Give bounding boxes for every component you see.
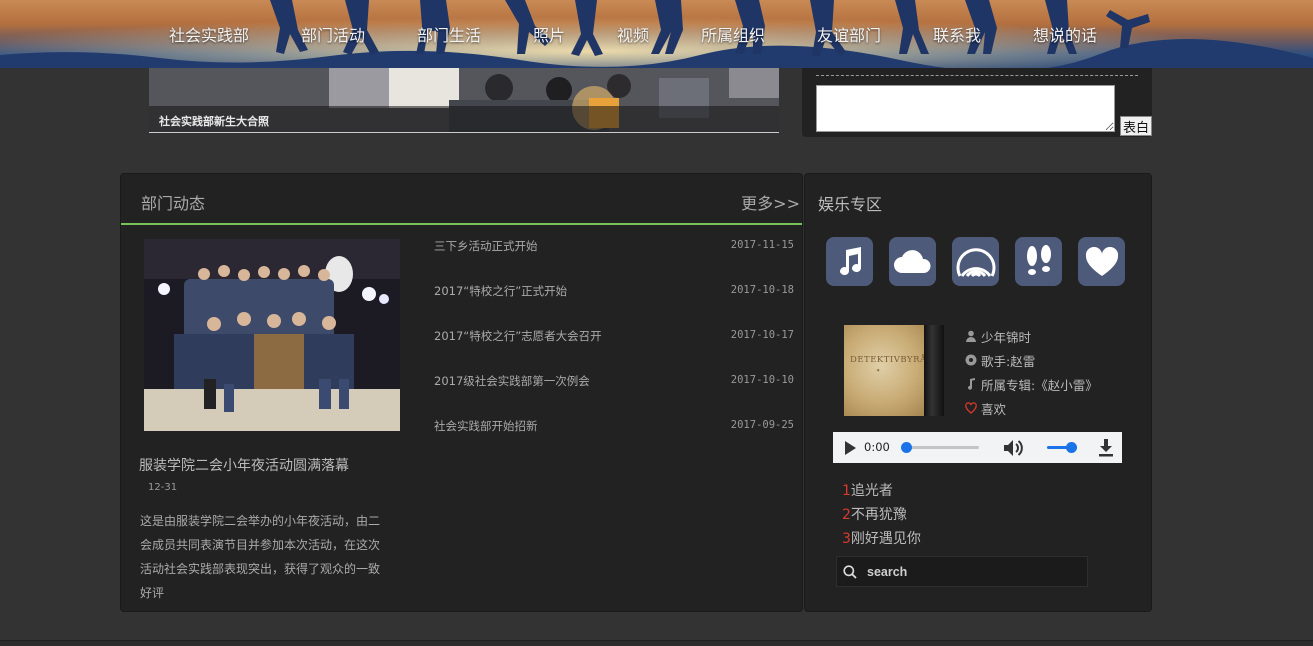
news-panel-header: 部门动态 更多>> — [121, 174, 802, 225]
footprints-icon[interactable] — [1015, 237, 1062, 286]
group-photo-slide[interactable]: 社会实践部新生大合照 — [149, 68, 779, 133]
current-time: 0:00 — [864, 440, 890, 454]
music-icon[interactable] — [826, 237, 873, 286]
news-item[interactable]: 2017级社会实践部第一次例会 2017-10-10 — [434, 373, 794, 393]
news-item-date: 2017-10-10 — [730, 374, 794, 386]
song-album: 所属专辑:《赵小雷》 — [981, 378, 1098, 393]
nav-item-organization[interactable]: 所属组织 — [701, 22, 765, 46]
playlist-item[interactable]: 3刚好遇见你 — [842, 528, 921, 548]
playlist-item-title[interactable]: 不再犹豫 — [851, 507, 907, 523]
nav-item-videos[interactable]: 视频 — [617, 22, 649, 46]
download-icon[interactable] — [1098, 439, 1114, 457]
group-stage-photo — [144, 239, 400, 431]
album-cover: DETEKTIVBYRÅN ✶ — [844, 325, 944, 416]
confess-submit-button[interactable]: 表白 — [1120, 116, 1152, 136]
user-icon — [966, 330, 976, 342]
message-panel: 表白 — [802, 68, 1152, 137]
news-panel-title: 部门动态 — [141, 194, 206, 213]
nav-item-photos[interactable]: 照片 — [533, 22, 565, 46]
playlist-item[interactable]: 1追光者 — [842, 480, 893, 500]
song-title: 少年锦时 — [981, 330, 1032, 345]
playlist-item-title[interactable]: 追光者 — [851, 483, 893, 499]
play-icon[interactable] — [844, 441, 856, 455]
heart-outline-icon[interactable] — [965, 402, 977, 414]
progress-track[interactable] — [905, 446, 979, 449]
footer-edge — [0, 640, 1313, 646]
nav-item-friend-depts[interactable]: 友谊部门 — [817, 22, 881, 46]
playlist-item-number: 1 — [842, 483, 851, 499]
search-box — [836, 556, 1088, 587]
playlist-item-number: 3 — [842, 531, 851, 547]
disc-icon — [965, 354, 977, 366]
more-link[interactable]: 更多>> — [741, 190, 800, 214]
news-item-date: 2017-11-15 — [730, 239, 794, 251]
entertainment-panel: 娱乐专区 DETEKTIVBYRÅN ✶ 少年锦时 歌手:赵雷 所属专辑:《赵小… — [804, 173, 1152, 612]
news-item-title[interactable]: 2017“特校之行”正式开始 — [434, 283, 567, 299]
news-item[interactable]: 社会实践部开始招新 2017-09-25 — [434, 418, 794, 438]
message-textarea[interactable] — [816, 85, 1115, 132]
feature-news-title[interactable]: 服装学院二会小年夜活动圆满落幕 — [139, 455, 349, 475]
news-item[interactable]: 2017“特校之行”志愿者大会召开 2017-10-17 — [434, 328, 794, 348]
slide-caption: 社会实践部新生大合照 — [159, 115, 269, 128]
header-banner: 社会实践部 部门活动 部门生活 照片 视频 所属组织 友谊部门 联系我 想说的话 — [0, 0, 1313, 68]
main-nav: 社会实践部 部门活动 部门生活 照片 视频 所属组织 友谊部门 联系我 想说的话 — [0, 22, 1313, 50]
news-item-date: 2017-10-17 — [730, 329, 794, 341]
divider — [816, 75, 1138, 76]
album-cover-text: DETEKTIVBYRÅN — [850, 355, 935, 365]
album-cover-ornament: ✶ — [876, 368, 881, 374]
search-icon — [843, 565, 857, 579]
song-artist: 歌手:赵雷 — [981, 354, 1036, 369]
volume-knob[interactable] — [1066, 442, 1077, 453]
playlist-item-number: 2 — [842, 507, 851, 523]
audio-player: 0:00 — [833, 432, 1122, 463]
nav-item-dept-activities[interactable]: 部门活动 — [301, 22, 365, 46]
playlist-item[interactable]: 2不再犹豫 — [842, 504, 907, 524]
news-item-title[interactable]: 2017级社会实践部第一次例会 — [434, 373, 590, 389]
nav-item-contact[interactable]: 联系我 — [933, 22, 981, 46]
nav-item-dept-life[interactable]: 部门生活 — [417, 22, 481, 46]
news-item-title[interactable]: 三下乡活动正式开始 — [434, 238, 538, 254]
news-item-date: 2017-10-18 — [730, 284, 794, 296]
news-item[interactable]: 2017“特校之行”正式开始 2017-10-18 — [434, 283, 794, 303]
playlist-item-title[interactable]: 刚好遇见你 — [851, 531, 921, 547]
nav-item-messages[interactable]: 想说的话 — [1033, 22, 1097, 46]
news-item-title[interactable]: 2017“特校之行”志愿者大会召开 — [434, 328, 602, 344]
feature-news-image[interactable] — [144, 239, 400, 431]
progress-knob[interactable] — [901, 442, 912, 453]
news-item[interactable]: 三下乡活动正式开始 2017-11-15 — [434, 238, 794, 258]
search-input[interactable] — [867, 561, 1077, 583]
album-art — [844, 325, 936, 416]
news-item-date: 2017-09-25 — [730, 419, 794, 431]
dept-news-panel: 部门动态 更多>> 服装学院二会小年夜活动圆满落幕 12-31 这是由服装学院二… — [120, 173, 803, 612]
like-label[interactable]: 喜欢 — [981, 399, 1006, 418]
feature-news-description: 这是由服装学院二会举办的小年夜活动，由二会成员共同表演节目并参加本次活动，在这次… — [140, 514, 381, 600]
news-item-title[interactable]: 社会实践部开始招新 — [434, 418, 538, 434]
cloud-icon[interactable] — [889, 237, 936, 286]
nav-item-practice-dept[interactable]: 社会实践部 — [169, 22, 249, 46]
vinyl-disc — [924, 325, 944, 416]
podcast-icon[interactable] — [952, 237, 999, 286]
volume-icon[interactable] — [1002, 438, 1024, 458]
heart-icon[interactable] — [1078, 237, 1125, 286]
music-note-icon — [968, 378, 975, 390]
entertainment-title: 娱乐专区 — [818, 195, 883, 214]
feature-news-date: 12-31 — [148, 482, 178, 493]
